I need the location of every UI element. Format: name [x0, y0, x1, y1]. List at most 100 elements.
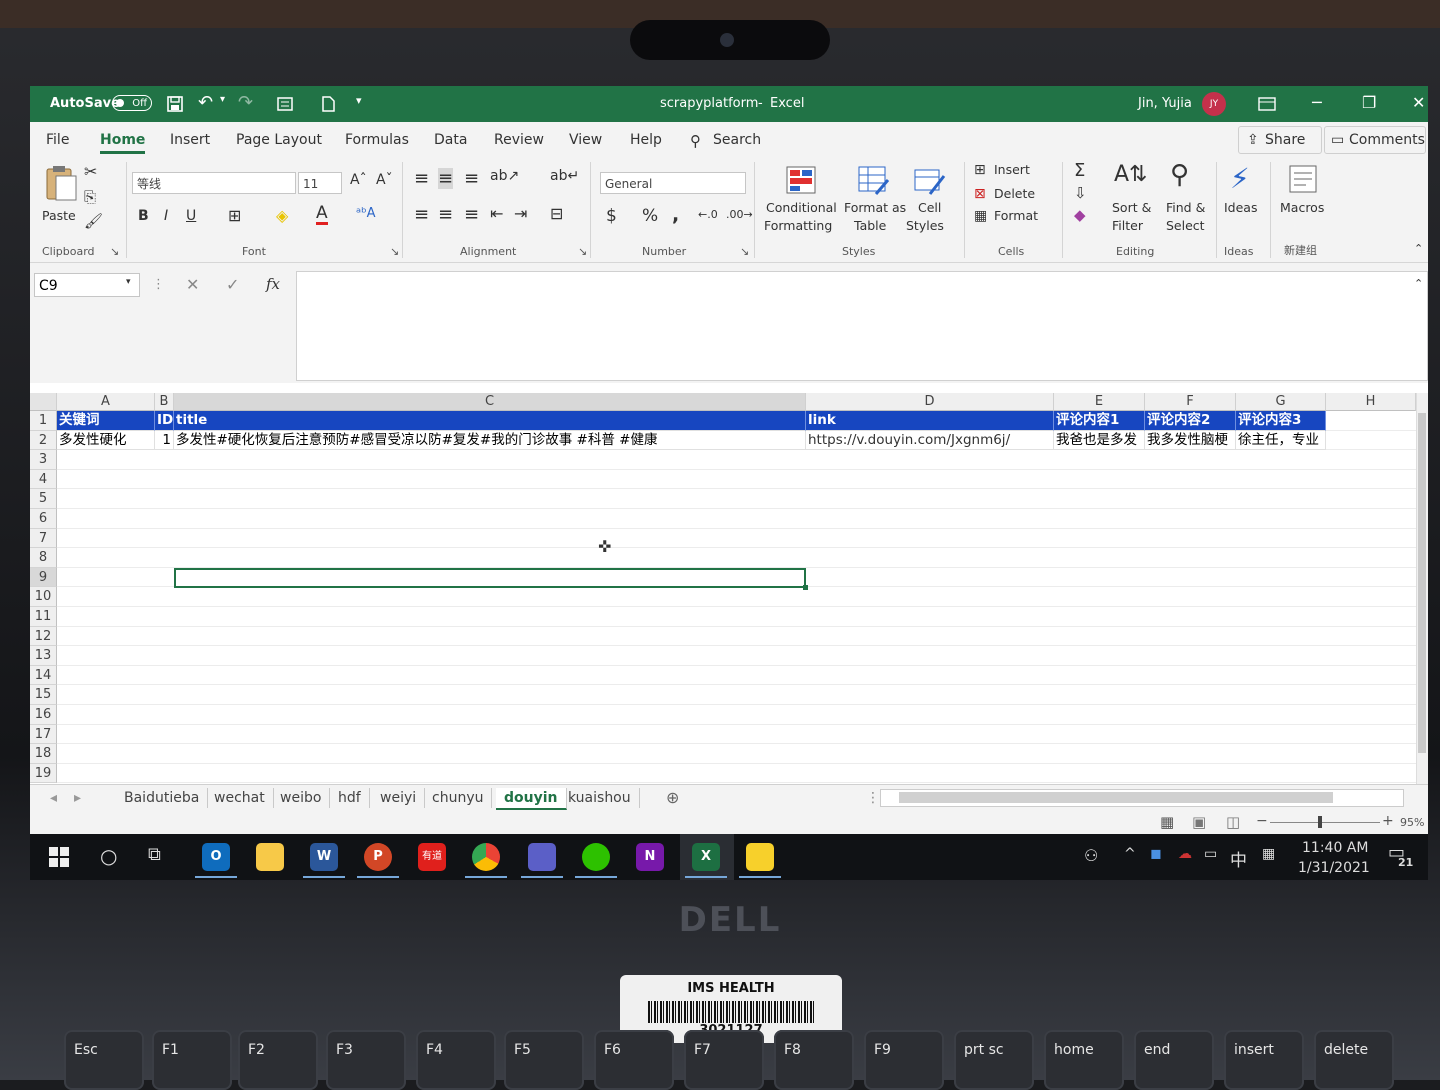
scroll-tabs-right-icon[interactable]: ▸ [66, 788, 89, 808]
horizontal-scrollbar[interactable] [880, 789, 1404, 807]
align-right-icon[interactable]: ≡ [464, 204, 479, 225]
delete-cells-icon[interactable]: ⊠ [974, 186, 986, 202]
cut-icon[interactable]: ✂ [84, 162, 97, 181]
copy-icon[interactable]: ⎘ [84, 188, 96, 206]
wechat-icon[interactable] [582, 843, 610, 871]
sheet-tab-hdf[interactable]: hdf [330, 788, 370, 808]
clear-icon[interactable]: ◆ [1074, 206, 1086, 224]
cell-c1[interactable]: title [174, 411, 806, 431]
sheet-tab-chunyu[interactable]: chunyu [424, 788, 493, 808]
clipboard-launcher-icon[interactable]: ↘ [110, 245, 119, 258]
formula-input[interactable] [296, 271, 1428, 381]
worksheet-grid[interactable]: A B C D E F G H 1 2 3 4 5 6 7 8 9 10 11 12 13 14 15 16 1… [30, 393, 1416, 784]
selected-cell-c9[interactable] [174, 568, 808, 590]
redo-icon[interactable]: ↷ [238, 92, 253, 113]
paste-button[interactable]: Paste [38, 164, 88, 234]
align-left-icon[interactable]: ≡ [414, 204, 429, 225]
number-launcher-icon[interactable]: ↘ [740, 245, 749, 258]
ime-indicator[interactable]: 中 [1230, 846, 1247, 871]
row-header-13[interactable]: 13 [30, 646, 57, 666]
wrap-text-icon[interactable]: ab↵ [550, 168, 579, 184]
autosave-toggle[interactable]: Off [112, 95, 152, 111]
cell-f2[interactable]: 我多发性脑梗 [1145, 430, 1236, 451]
autosum-icon[interactable]: Σ [1074, 160, 1085, 181]
ideas-button[interactable]: ⚡ Ideas [1220, 162, 1264, 238]
align-middle-icon[interactable]: ≡ [438, 168, 454, 189]
tab-formulas[interactable]: Formulas [345, 132, 409, 148]
cell-e1[interactable]: 评论内容1 [1054, 411, 1145, 431]
undo-dropdown-icon[interactable]: ▾ [220, 94, 225, 105]
sheet-tab-douyin[interactable]: douyin [496, 788, 567, 810]
row-header-14[interactable]: 14 [30, 665, 57, 686]
row-header-8[interactable]: 8 [30, 548, 57, 568]
user-name[interactable]: Jin, Yujia [1138, 96, 1192, 111]
column-header-e[interactable]: E [1054, 393, 1145, 411]
ribbon-display-icon[interactable] [1258, 96, 1276, 112]
task-view-icon[interactable]: ⧉ [148, 844, 161, 865]
cell-a2[interactable]: 多发性硬化 [57, 430, 155, 451]
sort-filter-button[interactable]: A⇅ Sort & Filter [1108, 162, 1158, 238]
column-header-b[interactable]: B [155, 393, 174, 411]
row-header-4[interactable]: 4 [30, 469, 57, 490]
windows-start-icon[interactable] [48, 846, 70, 868]
undo-icon[interactable]: ↶ [198, 92, 213, 113]
column-header-a[interactable]: A [57, 393, 155, 411]
macros-button[interactable]: Macros [1276, 162, 1332, 238]
decrease-font-icon[interactable]: Aˇ [376, 172, 393, 188]
cell-g2[interactable]: 徐主任，专业 [1236, 430, 1326, 451]
comma-button[interactable]: , [672, 204, 679, 226]
zoom-level[interactable]: 95% [1400, 816, 1424, 829]
fill-color-icon[interactable]: ◈ [276, 206, 288, 225]
row-header-9[interactable]: 9 [30, 567, 57, 588]
row-header-6[interactable]: 6 [30, 509, 57, 529]
row-header-18[interactable]: 18 [30, 744, 57, 764]
outlook-tray-icon[interactable]: ◼ [1150, 846, 1162, 862]
format-painter-icon[interactable]: 🖌 [84, 212, 103, 230]
share-button[interactable]: ⇪ Share [1238, 126, 1322, 154]
format-cells-button[interactable]: Format [994, 208, 1038, 223]
sheet-tab-kuaishou[interactable]: kuaishou [560, 788, 640, 808]
horizontal-scroll-thumb[interactable] [899, 792, 1333, 803]
close-icon[interactable]: ✕ [1412, 93, 1425, 112]
excel-taskbar-icon[interactable]: X [692, 843, 720, 871]
phonetic-icon[interactable]: ᵃᵇA [356, 206, 376, 221]
customize-toolbar-icon[interactable]: ▾ [356, 94, 362, 107]
column-header-c[interactable]: C [174, 393, 806, 411]
minimize-icon[interactable]: ─ [1312, 93, 1322, 112]
search-icon[interactable]: ⚲ [690, 132, 701, 150]
row-header-3[interactable]: 3 [30, 450, 57, 470]
column-header-g[interactable]: G [1236, 393, 1326, 411]
page-break-view-icon[interactable]: ◫ [1226, 813, 1240, 831]
font-launcher-icon[interactable]: ↘ [390, 245, 399, 258]
increase-decimal-icon[interactable]: ←.0 [698, 208, 718, 221]
cell-b1[interactable]: ID [155, 411, 174, 431]
name-box-dropdown-icon[interactable]: ▾ [126, 277, 131, 287]
save-icon[interactable] [166, 95, 184, 113]
column-header-f[interactable]: F [1145, 393, 1236, 411]
column-header-d[interactable]: D [806, 393, 1054, 411]
zoom-slider[interactable] [1270, 822, 1380, 823]
cell-c2[interactable]: 多发性#硬化恢复后注意预防#感冒受凉以防#复发#我的门诊故事 #科普 #健康 [174, 430, 806, 451]
tab-review[interactable]: Review [494, 132, 544, 148]
zoom-in-icon[interactable]: + [1382, 813, 1394, 829]
row-header-5[interactable]: 5 [30, 489, 57, 509]
row-header-10[interactable]: 10 [30, 587, 57, 607]
insert-function-button[interactable]: fx [266, 275, 280, 293]
battery-icon[interactable]: ▭ [1204, 846, 1217, 862]
row-header-16[interactable]: 16 [30, 705, 57, 725]
sheet-tab-weibo[interactable]: weibo [272, 788, 331, 808]
align-top-icon[interactable]: ≡ [414, 168, 429, 189]
find-select-button[interactable]: ⚲ Find & Select [1160, 160, 1210, 238]
comments-button[interactable]: ▭ Comments [1324, 126, 1426, 154]
insert-cells-button[interactable]: Insert [994, 162, 1030, 177]
search-taskbar-icon[interactable]: ○ [100, 844, 117, 868]
decrease-indent-icon[interactable]: ⇤ [490, 204, 503, 223]
search-label[interactable]: Search [713, 132, 761, 148]
vertical-scroll-thumb[interactable] [1418, 413, 1426, 753]
clock-time[interactable]: 11:40 AM [1302, 840, 1368, 856]
fill-icon[interactable]: ⇩ [1074, 184, 1087, 202]
font-color-icon[interactable]: A [316, 204, 328, 225]
conditional-formatting-button[interactable]: Conditional Formatting [762, 164, 838, 240]
outlook-icon[interactable]: O [202, 843, 230, 871]
cell-styles-button[interactable]: Cell Styles [904, 164, 954, 240]
